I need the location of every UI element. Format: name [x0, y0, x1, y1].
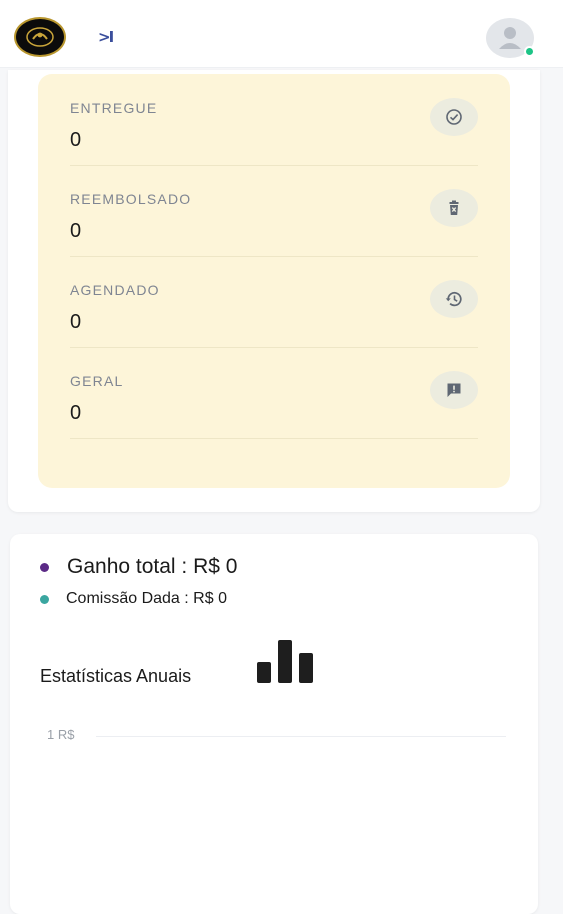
brand-logo[interactable] [14, 17, 66, 57]
status-label: ENTREGUE [70, 100, 158, 116]
bar-chart-icon [257, 640, 313, 683]
status-row-geral[interactable]: GERAL 0 [70, 347, 478, 439]
user-avatar[interactable] [486, 18, 535, 58]
status-value: 0 [70, 402, 82, 424]
status-value: 0 [70, 311, 82, 333]
history-icon [430, 280, 478, 318]
status-value: 0 [70, 220, 82, 242]
annual-stats-title: Estatísticas Anuais [40, 666, 192, 686]
total-earnings-text: Ganho total : R$ 0 [67, 555, 238, 578]
order-status-panel: ENTREGUE 0 REEMBOLSADO 0 AGENDADO 0 GERA… [38, 74, 510, 488]
commission-given: Comissão Dada : R$ 0 [40, 590, 227, 608]
total-earnings: Ganho total : R$ 0 [40, 555, 237, 579]
status-row-reembolsado[interactable]: REEMBOLSADO 0 [70, 165, 478, 257]
earnings-card: Ganho total : R$ 0 Comissão Dada : R$ 0 … [10, 534, 538, 914]
check-circle-icon [430, 98, 478, 136]
status-label: REEMBOLSADO [70, 191, 192, 207]
commission-legend-dot [40, 594, 49, 604]
top-bar: >I [0, 0, 563, 68]
trash-x-icon [430, 189, 478, 227]
y-axis-tick: 1 R$ [47, 727, 75, 742]
status-label: GERAL [70, 373, 124, 389]
logo-emblem-icon [26, 27, 54, 47]
online-status-dot [524, 46, 535, 57]
total-legend-dot [40, 562, 49, 572]
status-label: AGENDADO [70, 282, 160, 298]
status-value: 0 [70, 129, 82, 151]
message-icon [430, 371, 478, 409]
sidebar-toggle-button[interactable]: >I [98, 28, 114, 46]
status-row-entregue[interactable]: ENTREGUE 0 [70, 74, 478, 166]
status-row-agendado[interactable]: AGENDADO 0 [70, 256, 478, 348]
commission-text: Comissão Dada : R$ 0 [66, 590, 227, 607]
chart-gridline [96, 736, 506, 737]
